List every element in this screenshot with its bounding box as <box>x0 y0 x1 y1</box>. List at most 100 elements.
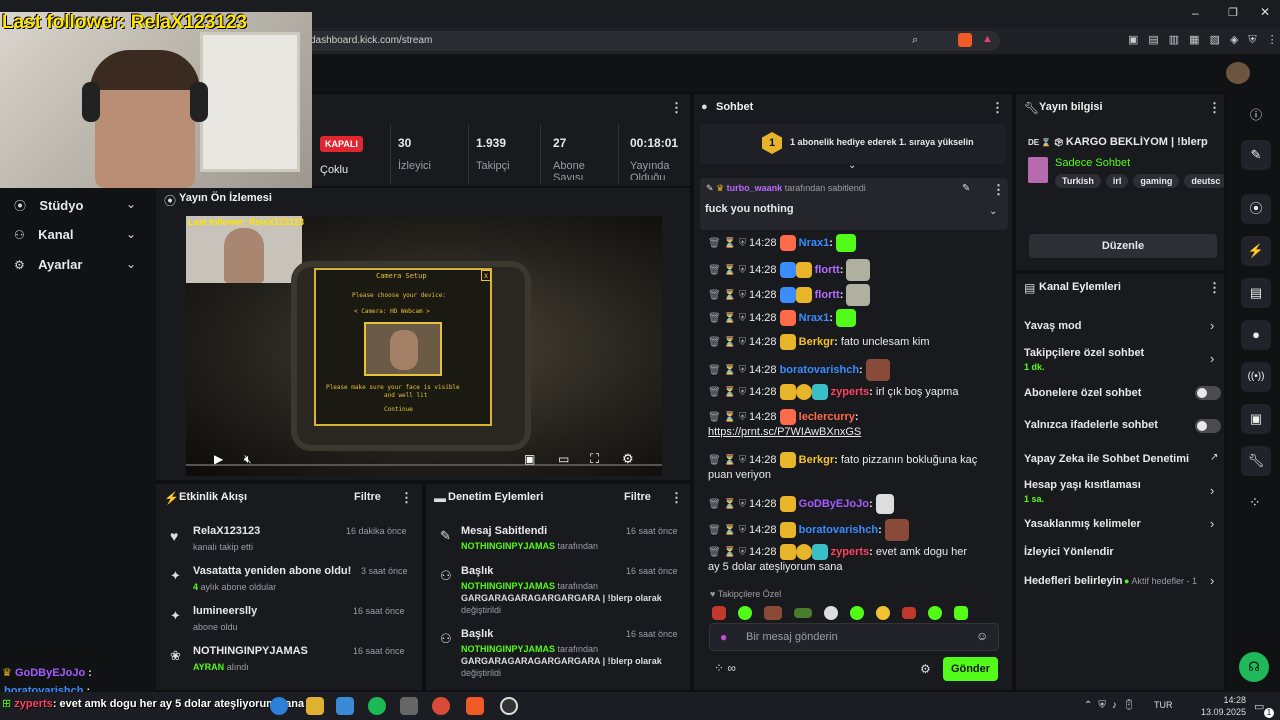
msg-user[interactable]: GoDByEJoJo <box>799 498 869 510</box>
spotify-icon[interactable] <box>368 697 386 715</box>
more-menu-icon[interactable]: ⋮ <box>1208 280 1221 296</box>
msg-user[interactable]: flortt <box>815 289 840 301</box>
ai-moderation-item[interactable]: Yapay Zeka ile Sohbet Denetimi <box>1024 453 1189 465</box>
support-headset-icon[interactable]: ☊ <box>1239 652 1269 682</box>
subs-chat-toggle[interactable] <box>1195 386 1221 400</box>
msg-user[interactable]: Berkgr <box>799 336 834 348</box>
banned-words-item[interactable]: Yasaklanmış kelimeler <box>1024 518 1141 530</box>
fullscreen-icon[interactable]: ⛶ <box>590 451 599 467</box>
avatar[interactable] <box>1226 62 1250 84</box>
microphone-icon[interactable]: ● <box>720 630 727 644</box>
theater-icon[interactable]: ▭ <box>558 452 569 466</box>
clock-time[interactable]: 14:28 <box>1204 695 1246 705</box>
nav-item-settings[interactable]: ⚙ Ayarlar ⌄ <box>14 257 154 272</box>
expand-icon[interactable]: ⌄ <box>848 160 856 171</box>
activity-title: Etkinlik Akışı <box>179 491 248 503</box>
close-window-icon[interactable]: ✕ <box>1260 5 1270 19</box>
pinned-message[interactable]: ✎ ♛ turbo_waank tarafından sabitlendi ✎ … <box>700 178 1008 230</box>
msg-user[interactable]: zyperts <box>831 386 870 398</box>
maximize-icon[interactable]: ❐ <box>1228 6 1238 19</box>
minimize-icon[interactable]: – <box>1192 6 1199 20</box>
chat-rail-icon[interactable]: ● <box>1241 320 1271 350</box>
emoji-icon[interactable]: ☺ <box>976 629 988 643</box>
category-name[interactable]: Sadece Sohbet <box>1055 157 1130 169</box>
chevron-right-icon[interactable]: › <box>1210 516 1214 531</box>
settings-gear-icon[interactable]: ⚙ <box>622 451 634 467</box>
tray-icons[interactable]: ⌃⛨♪🔋︎ <box>1084 700 1142 711</box>
chrome-icon[interactable] <box>432 697 450 715</box>
more-menu-icon[interactable]: ⋮ <box>991 100 1004 116</box>
account-age-item[interactable]: Hesap yaşı kısıtlaması <box>1024 479 1141 491</box>
brave-rewards-icon[interactable]: ▲ <box>982 33 993 45</box>
brave-shield-icon[interactable] <box>958 33 972 47</box>
activity-desc: kanalı takip etti <box>193 542 254 552</box>
status-dot-icon: ● <box>1124 576 1130 586</box>
calculator-icon[interactable] <box>400 697 418 715</box>
msg-user[interactable]: boratovarishch <box>799 524 878 536</box>
msg-user[interactable]: leclercurry <box>799 411 855 423</box>
layout-icon[interactable]: ▣ <box>1241 404 1271 434</box>
wrench-rail-icon[interactable]: 🔧︎ <box>1241 446 1271 476</box>
edit-pencil-icon[interactable]: ✎ <box>1241 140 1271 170</box>
msg-user[interactable]: boratovarishch <box>780 364 859 376</box>
more-menu-icon[interactable]: ⋮ <box>400 490 413 506</box>
url-bar[interactable]: dashboard.kick.com/stream <box>300 31 1000 51</box>
goals-item[interactable]: Hedefleri belirleyin <box>1024 575 1122 587</box>
language-indicator[interactable]: TUR <box>1154 700 1173 710</box>
gift-leaderboard[interactable]: 1 1 abonelik hediye ederek 1. sıraya yük… <box>700 124 1006 164</box>
video-player[interactable]: Last follower: RelaX123123 Camera Setup … <box>186 216 662 476</box>
emote-bar[interactable] <box>712 605 1002 621</box>
clock-date[interactable]: 13.09.2025 <box>1198 707 1246 717</box>
mute-icon[interactable]: 🔇︎ <box>244 452 252 467</box>
more-menu-icon[interactable]: ⋮ <box>1208 100 1221 116</box>
more-menu-icon[interactable]: ⋮ <box>992 182 1005 198</box>
chat-message: 🗑 ⏳ ⛨ 14:28 zyperts: irl çık boş yapma <box>708 384 958 400</box>
unpin-icon[interactable]: ✎ <box>962 183 970 194</box>
followers-chat-item[interactable]: Takipçilere özel sohbet <box>1024 347 1144 359</box>
kick-points-icon[interactable]: ⁘ ∞ <box>714 661 736 675</box>
play-icon[interactable]: ▶ <box>214 452 223 466</box>
document-icon[interactable]: ▤ <box>1241 278 1271 308</box>
brave-icon[interactable] <box>466 697 484 715</box>
more-menu-icon[interactable]: ⋮ <box>670 100 683 116</box>
pip-icon[interactable]: ▣ <box>524 452 535 466</box>
notifications-icon[interactable]: ▭ <box>1254 700 1264 713</box>
broadcast-icon[interactable]: ((•)) <box>1241 362 1271 392</box>
chevron-right-icon[interactable]: › <box>1210 318 1214 333</box>
edge-icon[interactable] <box>270 697 288 715</box>
nav-item-channel[interactable]: ⚇ Kanal ⌄ <box>14 227 154 242</box>
chevron-right-icon[interactable]: › <box>1210 483 1214 498</box>
zoom-icon[interactable]: ⌕ <box>912 34 918 47</box>
msg-user[interactable]: Nrax1 <box>799 237 830 249</box>
chat-input[interactable]: ● Bir mesaj gönderin ☺ <box>709 623 999 651</box>
chat-link[interactable]: https://prnt.sc/P7WIAwBXnxGS <box>708 426 861 438</box>
browser-toolbar-icons[interactable]: ▣▤▥▦▧◈⛨⋮ <box>1128 33 1280 47</box>
chevron-right-icon[interactable]: › <box>1210 351 1214 366</box>
activity-filter-button[interactable]: Filtre <box>354 491 381 503</box>
preview-rail-icon[interactable]: ⦿ <box>1241 194 1271 224</box>
mod-action-time: 16 saat önce <box>626 566 678 576</box>
msg-user[interactable]: zyperts <box>831 546 870 558</box>
msg-user[interactable]: Berkgr <box>799 454 834 466</box>
send-button[interactable]: Gönder <box>943 657 998 681</box>
store-icon[interactable] <box>336 697 354 715</box>
apps-icon[interactable]: ⁘ <box>1249 494 1261 511</box>
msg-user[interactable]: flortt <box>815 264 840 276</box>
chevron-down-icon[interactable]: ⌄ <box>989 206 997 217</box>
moderation-filter-button[interactable]: Filtre <box>624 491 651 503</box>
emote-chat-toggle[interactable] <box>1195 419 1221 433</box>
more-menu-icon[interactable]: ⋮ <box>670 490 683 506</box>
chevron-right-icon[interactable]: › <box>1210 573 1214 588</box>
obs-icon[interactable] <box>500 697 518 715</box>
chat-settings-gear-icon[interactable]: ⚙ <box>920 662 931 676</box>
nav-item-studio[interactable]: ⦿ Stüdyo ⌄ <box>14 197 154 214</box>
msg-time: 14:28 <box>748 385 777 398</box>
msg-user[interactable]: Nrax1 <box>799 312 830 324</box>
lightning-icon[interactable]: ⚡ <box>1241 236 1271 266</box>
raid-item[interactable]: İzleyici Yönlendir <box>1024 546 1114 558</box>
external-link-icon[interactable]: ↗ <box>1210 452 1218 463</box>
info-icon[interactable]: ⓘ <box>1250 106 1262 123</box>
edit-button[interactable]: Düzenle <box>1029 234 1217 258</box>
slow-mode-item[interactable]: Yavaş mod <box>1024 320 1081 332</box>
explorer-icon[interactable] <box>306 697 324 715</box>
